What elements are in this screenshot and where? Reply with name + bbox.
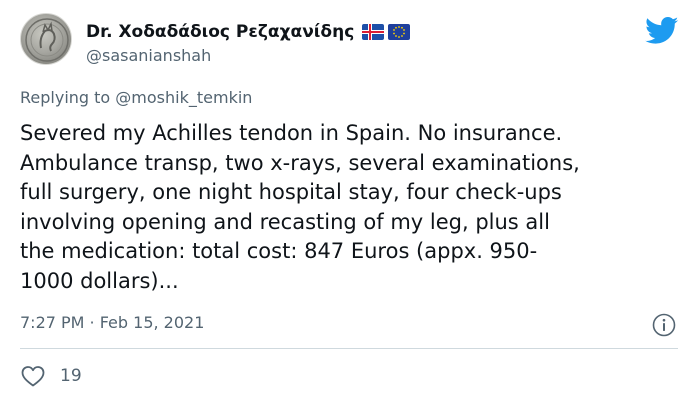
author-handle[interactable]: @sasanianshah — [86, 46, 211, 65]
heart-icon[interactable] — [20, 364, 46, 388]
like-count: 19 — [60, 366, 82, 386]
info-icon[interactable] — [652, 313, 676, 337]
like-action[interactable]: 19 — [20, 364, 82, 388]
twitter-bird-icon[interactable] — [645, 17, 679, 45]
divider — [20, 348, 678, 349]
author-name-row: Dr. Χοδαδάδιος Ρεζαχανίδης — [86, 19, 411, 45]
coin-avatar-image — [25, 18, 69, 62]
flag-emojis — [362, 24, 411, 40]
tweet-body: Severed my Achilles tendon in Spain. No … — [20, 121, 580, 293]
iceland-flag-icon — [362, 24, 385, 40]
eu-flag-icon — [388, 24, 411, 40]
author-display-name[interactable]: Dr. Χοδαδάδιος Ρεζαχανίδης — [86, 22, 354, 42]
tweet-timestamp[interactable]: 7:27 PM · Feb 15, 2021 — [20, 313, 204, 332]
replying-to-mention[interactable]: @moshik_temkin — [115, 88, 252, 107]
tweet-card: Dr. Χοδαδάδιος Ρεζαχανίδης @sasanianshah — [0, 0, 700, 402]
replying-to-line: Replying to @moshik_temkin — [20, 88, 252, 107]
avatar[interactable] — [20, 13, 72, 65]
replying-to-prefix: Replying to — [20, 88, 116, 107]
